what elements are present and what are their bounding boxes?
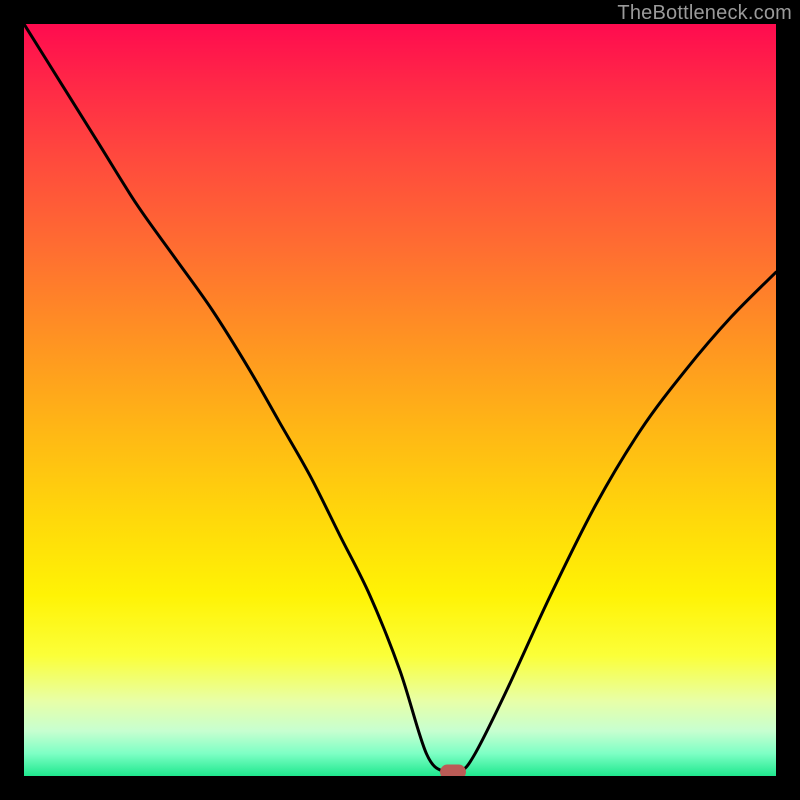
chart-frame: TheBottleneck.com [0, 0, 800, 800]
optimal-point-marker [440, 765, 466, 776]
bottleneck-curve [24, 24, 776, 776]
plot-area [24, 24, 776, 776]
watermark-text: TheBottleneck.com [617, 2, 792, 25]
